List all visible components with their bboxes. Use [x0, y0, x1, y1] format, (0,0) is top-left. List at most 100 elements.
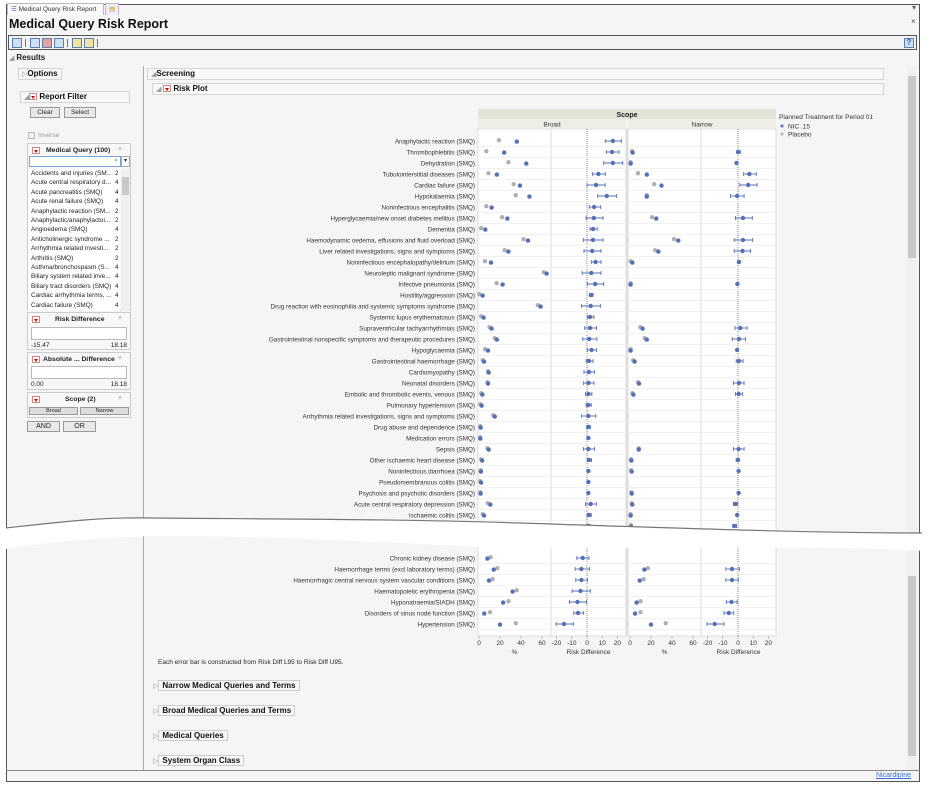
placebo-point	[506, 599, 511, 604]
nic-point	[654, 216, 659, 221]
nic-point	[500, 282, 505, 287]
risk-difference-point	[586, 391, 591, 397]
nic-point	[636, 381, 642, 386]
risk-difference-point	[586, 424, 591, 430]
nic-point	[500, 600, 506, 605]
nic-point	[659, 183, 664, 188]
nic-point	[628, 348, 633, 353]
tick-label: 40	[517, 640, 525, 647]
tick-label: -20	[552, 640, 562, 647]
nic-point	[514, 139, 519, 144]
nic-point	[644, 172, 649, 177]
risk-difference-point	[610, 160, 616, 166]
risk-difference-point	[588, 303, 593, 309]
row-label: Cardiomyopathy (SMQ)	[409, 369, 475, 376]
risk-difference-point	[586, 457, 592, 463]
outline-label: System Organ Class	[158, 755, 245, 766]
row-label: Noninfectious encephalitis (SMQ)	[382, 204, 475, 211]
nic-point	[644, 194, 649, 199]
nic-point	[648, 622, 654, 627]
risk-difference-point	[589, 248, 595, 254]
nic-point	[486, 447, 491, 452]
nic-point	[636, 447, 641, 452]
risk-difference-point	[593, 259, 598, 265]
risk-difference-point	[729, 577, 735, 583]
nic-point	[629, 458, 634, 463]
nic-point	[634, 600, 639, 605]
nic-point	[630, 150, 635, 155]
nic-point	[488, 260, 494, 265]
outline-broad[interactable]: ▷ Broad Medical Queries and Terms	[153, 705, 296, 716]
risk-difference-point	[587, 336, 592, 342]
tick-label: 60	[538, 640, 546, 647]
nic-point	[629, 469, 634, 474]
status-link[interactable]: Nicardipine	[876, 772, 911, 779]
row-label: Hyponatraemia/SIADH (SMQ)	[391, 599, 475, 606]
legend-title: Planned Treatment for Period 01	[779, 114, 873, 121]
row-label: Dehydration (SMQ)	[421, 160, 475, 167]
row-label: Anaphylactic reaction (SMQ)	[395, 138, 475, 145]
nic-point	[642, 567, 647, 572]
row-label: Arrhythmia related investigations, signs…	[302, 413, 475, 420]
nic-point	[497, 622, 503, 627]
risk-difference-point	[590, 226, 596, 232]
row-label: Pulmonary hypertension (SMQ)	[387, 402, 475, 409]
outline-label: Medical Queries	[158, 730, 228, 741]
risk-difference-point	[593, 281, 598, 287]
row-label: Disorders of sinus node function (SMQ)	[365, 610, 475, 617]
risk-difference-point	[735, 149, 741, 155]
risk-difference-point	[735, 281, 740, 287]
tick-label: 0	[736, 640, 740, 647]
nic-point	[478, 491, 483, 496]
row-label: Gastrointestinal nonspecific symptoms an…	[269, 336, 475, 343]
nic-point	[538, 304, 543, 309]
nic-point	[656, 249, 661, 254]
risk-difference-point	[586, 369, 592, 375]
tick-label: 0	[585, 640, 589, 647]
row-label: Tubulointerstitial diseases (SMQ)	[382, 171, 475, 178]
placebo-point	[638, 610, 643, 615]
risk-difference-point	[586, 402, 591, 408]
row-label: Hypoglycaemia (SMQ)	[412, 347, 475, 354]
placebo-point	[635, 171, 641, 176]
nic-point	[494, 172, 500, 177]
risk-plot: Scope Broad Narrow Anaphylactic reaction (S…	[269, 109, 873, 656]
row-label: Neuroleptic malignant syndrome (SMQ)	[364, 270, 475, 277]
nic-point	[480, 293, 485, 298]
row-label: Haemorrhagic central nervous system vasc…	[293, 577, 475, 584]
outline-narrow[interactable]: ▷ Narrow Medical Queries and Terms	[153, 680, 300, 691]
row-label: Medication errors (SMQ)	[406, 435, 475, 442]
axis-title: %	[662, 649, 668, 656]
legend-placebo-marker	[780, 132, 784, 136]
placebo-point	[649, 215, 655, 220]
risk-difference-point	[736, 336, 742, 342]
outline-soc[interactable]: ▷ System Organ Class	[153, 755, 245, 766]
tick-label: 20	[614, 640, 622, 647]
risk-difference-point	[586, 446, 591, 452]
row-label: Cardiac failure (SMQ)	[414, 182, 475, 189]
placebo-point	[484, 204, 489, 209]
risk-difference-point	[561, 621, 567, 627]
tick-label: 0	[628, 640, 632, 647]
row-label: Hostility/aggression (SMQ)	[400, 292, 475, 299]
nic-point	[506, 249, 511, 254]
nic-point	[676, 238, 681, 243]
risk-difference-point	[591, 215, 597, 221]
nic-point	[502, 150, 507, 155]
axis-title: %	[512, 649, 518, 656]
risk-difference-point	[745, 182, 751, 188]
nic-point	[527, 194, 532, 199]
nic-point	[483, 227, 488, 232]
risk-difference-point	[586, 413, 591, 419]
nic-point	[486, 370, 491, 375]
risk-difference-point	[736, 446, 741, 452]
nic-point	[524, 161, 529, 166]
nic-point	[510, 589, 515, 594]
nic-point	[632, 611, 638, 616]
placebo-point	[494, 281, 499, 286]
risk-difference-point	[738, 325, 743, 331]
row-label: Liver related investigations, signs and …	[319, 248, 475, 255]
status-divider	[6, 770, 920, 771]
placebo-point	[487, 610, 493, 615]
outline-medical-queries[interactable]: ▷ Medical Queries	[153, 730, 228, 741]
